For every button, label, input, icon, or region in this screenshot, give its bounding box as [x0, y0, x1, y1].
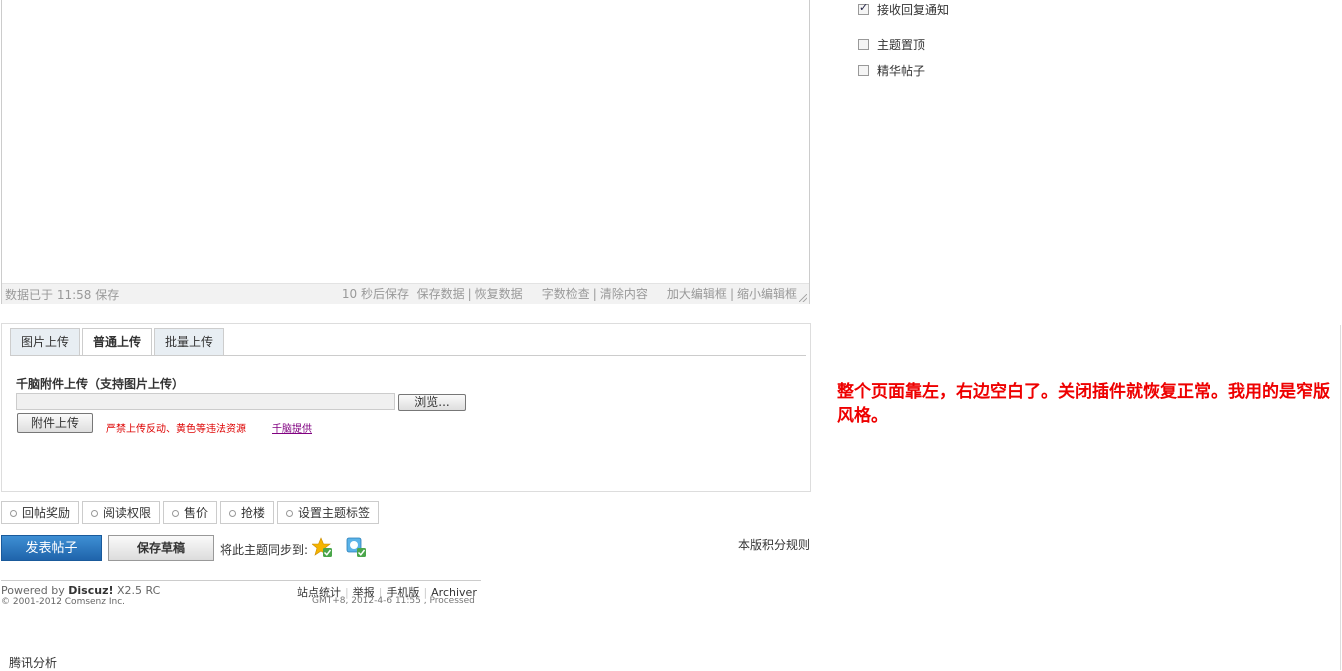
tencent-analytics-link[interactable]: 腾讯分析 [9, 654, 57, 671]
copyright: © 2001-2012 Comsenz Inc. [1, 597, 126, 607]
upload-warning: 严禁上传反动、黄色等违法资源 [106, 424, 246, 435]
notify-checkbox[interactable] [858, 1, 869, 15]
footer-time: GMT+8, 2012-4-6 11:55 , Processed [312, 596, 475, 606]
page-divider [1340, 325, 1341, 670]
option-notify[interactable]: 接收回复通知 [858, 1, 949, 18]
qzone-sync-icon[interactable] [312, 537, 332, 557]
restore-data-link[interactable]: 恢复数据 [475, 287, 523, 301]
shrink-editor-link[interactable]: 缩小编辑框 [737, 287, 797, 301]
autosave-status: 数据已于 11:58 保存 [5, 288, 120, 302]
tab-normal-upload[interactable]: 普通上传 [82, 328, 153, 356]
forum-points-rules-link[interactable]: 本版积分规则 [738, 536, 810, 553]
post-submit-button[interactable]: 发表帖子 [1, 535, 102, 561]
weibo-sync-icon[interactable] [346, 537, 366, 557]
sticky-label: 主题置顶 [877, 38, 926, 52]
upload-tabs: 图片上传 普通上传 批量上传 [10, 328, 226, 356]
editor-textarea[interactable] [1, 0, 810, 304]
discuz-link[interactable]: Discuz! [68, 584, 113, 597]
enlarge-editor-link[interactable]: 加大编辑框 [667, 287, 727, 301]
tab-image-upload[interactable]: 图片上传 [10, 328, 81, 355]
notify-label: 接收回复通知 [877, 3, 950, 17]
option-digest[interactable]: 精华帖子 [858, 62, 925, 79]
read-permission-button[interactable]: 阅读权限 [82, 501, 161, 524]
powered-by: Powered by Discuz! X2.5 RC [1, 584, 161, 597]
footer-divider [1, 580, 481, 581]
tab-batch-upload[interactable]: 批量上传 [154, 328, 225, 355]
price-button[interactable]: 售价 [163, 501, 218, 524]
rush-floor-button[interactable]: 抢楼 [220, 501, 275, 524]
upload-title: 千脑附件上传（支持图片上传） [16, 377, 185, 391]
browse-button[interactable]: 浏览... [398, 394, 466, 411]
tab-divider [10, 355, 806, 356]
autosave-countdown: 10 秒后保存 [341, 287, 409, 301]
topic-tags-button[interactable]: 设置主题标签 [277, 501, 380, 524]
resize-grip-icon[interactable] [799, 294, 807, 302]
editor-status-bar: 数据已于 11:58 保存 10 秒后保存 保存数据 | 恢复数据 字数检查 | 清除内… [2, 283, 809, 304]
digest-label: 精华帖子 [877, 64, 926, 78]
reply-reward-button[interactable]: 回帖奖励 [1, 501, 80, 524]
save-data-link[interactable]: 保存数据 [417, 287, 465, 301]
file-path-input[interactable] [16, 393, 395, 410]
digest-checkbox[interactable] [858, 65, 869, 76]
word-check-link[interactable]: 字数检查 [542, 287, 590, 301]
sticky-checkbox[interactable] [858, 39, 869, 50]
clear-content-link[interactable]: 清除内容 [600, 287, 648, 301]
save-draft-button[interactable]: 保存草稿 [108, 535, 214, 561]
sync-label: 将此主题同步到: [220, 543, 309, 557]
attach-upload-button[interactable]: 附件上传 [17, 413, 93, 433]
provider-link[interactable]: 千脑提供 [272, 420, 312, 435]
editor-actions: 10 秒后保存 保存数据 | 恢复数据 字数检查 | 清除内容 加大编辑框 | 缩小编辑框 [341, 287, 797, 301]
option-sticky[interactable]: 主题置顶 [858, 36, 925, 53]
annotation-note: 整个页面靠左，右边空白了。关闭插件就恢复正常。我用的是窄版风格。 [837, 382, 1330, 426]
